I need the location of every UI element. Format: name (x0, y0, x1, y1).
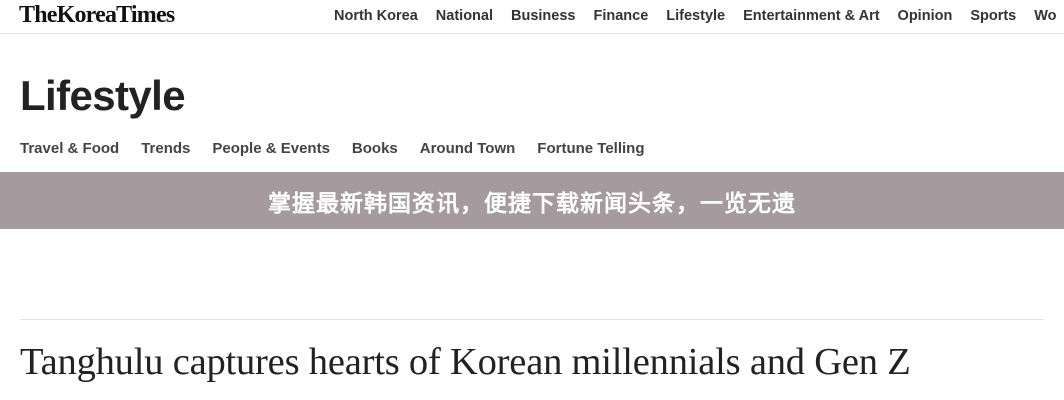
subnav-item-people-events[interactable]: People & Events (212, 140, 330, 157)
section-subnav: Travel & Food Trends People & Events Boo… (20, 140, 667, 157)
article-headline[interactable]: Tanghulu captures hearts of Korean mille… (20, 340, 911, 384)
nav-item-national[interactable]: National (436, 8, 493, 24)
subnav-item-fortune-telling[interactable]: Fortune Telling (537, 140, 644, 157)
nav-item-finance[interactable]: Finance (593, 8, 648, 24)
nav-item-sports[interactable]: Sports (970, 8, 1016, 24)
promo-banner-text: 掌握最新韩国资讯，便捷下载新闻头条，一览无遗 (268, 190, 796, 217)
section-title: Lifestyle (20, 72, 186, 119)
nav-item-business[interactable]: Business (511, 8, 575, 24)
divider (20, 319, 1044, 320)
nav-item-world[interactable]: Wo (1034, 8, 1056, 24)
subnav-item-travel-food[interactable]: Travel & Food (20, 140, 119, 157)
subnav-item-around-town[interactable]: Around Town (420, 140, 516, 157)
nav-item-opinion[interactable]: Opinion (898, 8, 953, 24)
nav-item-north-korea[interactable]: North Korea (334, 8, 418, 24)
site-logo[interactable]: TheKoreaTimes (19, 2, 175, 29)
site-header: TheKoreaTimes North Korea National Busin… (0, 0, 1064, 34)
nav-item-lifestyle[interactable]: Lifestyle (666, 8, 725, 24)
subnav-item-trends[interactable]: Trends (141, 140, 190, 157)
nav-item-entertainment-art[interactable]: Entertainment & Art (743, 8, 879, 24)
promo-banner[interactable]: 掌握最新韩国资讯，便捷下载新闻头条，一览无遗 (0, 172, 1064, 229)
subnav-item-books[interactable]: Books (352, 140, 398, 157)
main-nav: North Korea National Business Finance Li… (334, 8, 1064, 24)
